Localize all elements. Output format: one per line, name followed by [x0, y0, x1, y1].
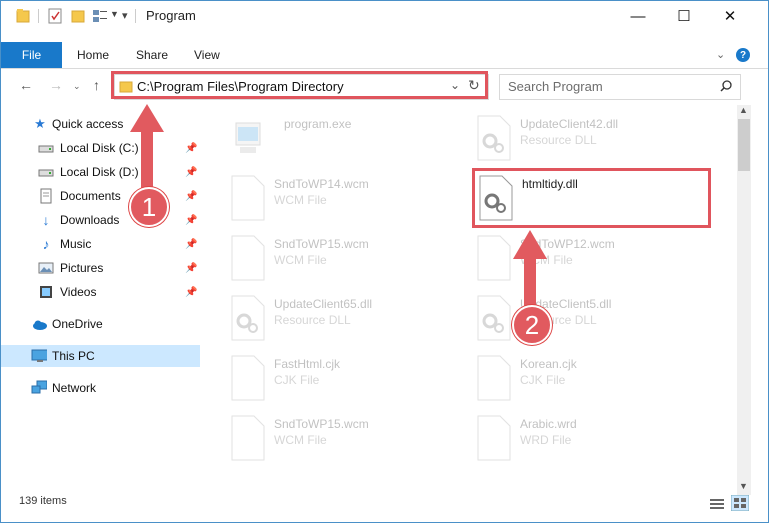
arrow-to-address: [130, 104, 164, 196]
step-2-badge: 2: [512, 305, 552, 345]
step-1-badge: 1: [129, 187, 169, 227]
annotation-arrows: [130, 104, 547, 313]
arrow-to-file: [513, 230, 547, 313]
